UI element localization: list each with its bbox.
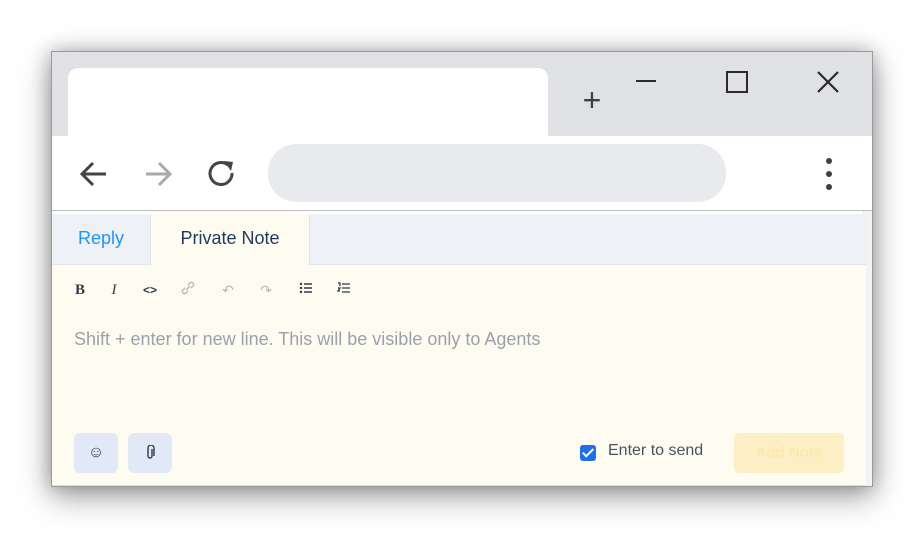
arrow-left-icon[interactable]	[76, 156, 112, 192]
tab-strip: +	[52, 52, 872, 136]
add-note-button[interactable]: Add Note	[734, 433, 844, 473]
attach-button[interactable]	[128, 433, 172, 473]
link-icon[interactable]	[176, 279, 200, 301]
note-editor: B I <> ↶ ↷ Shift + enter for new line. T…	[52, 265, 866, 485]
arrow-right-icon[interactable]	[140, 156, 176, 192]
undo-icon[interactable]: ↶	[216, 279, 240, 301]
emoji-button[interactable]: ☺	[74, 433, 118, 473]
emoji-icon: ☺	[87, 444, 105, 461]
address-bar[interactable]	[268, 144, 726, 202]
bold-icon[interactable]: B	[68, 279, 92, 301]
kebab-menu-icon[interactable]	[816, 154, 840, 194]
enter-to-send-label[interactable]: Enter to send	[608, 442, 703, 460]
code-icon[interactable]: <>	[138, 279, 162, 301]
numbered-list-icon[interactable]	[332, 279, 356, 301]
note-input[interactable]: Shift + enter for new line. This will be…	[74, 329, 834, 350]
browser-toolbar	[52, 136, 872, 211]
page-content: Reply Private Note B I <> ↶ ↷ Shift + en…	[52, 211, 872, 486]
content-bottom-strip	[52, 485, 866, 486]
maximize-icon[interactable]	[716, 70, 756, 98]
browser-window: + Reply Private Note B I <> ↶ ↷ Shift + …	[51, 51, 873, 487]
reload-icon[interactable]	[204, 156, 240, 192]
italic-icon[interactable]: I	[102, 279, 126, 301]
minimize-icon[interactable]	[626, 70, 666, 98]
bullet-list-icon[interactable]	[294, 279, 318, 301]
close-icon[interactable]	[808, 70, 848, 98]
redo-icon[interactable]: ↷	[254, 279, 278, 301]
new-tab-button[interactable]: +	[578, 84, 606, 116]
active-browser-tab[interactable]	[68, 68, 548, 136]
tab-reply[interactable]: Reply	[52, 214, 150, 264]
reply-mode-tabs: Reply Private Note	[52, 214, 866, 265]
tab-private-note[interactable]: Private Note	[150, 214, 310, 265]
enter-to-send-checkbox[interactable]	[580, 445, 596, 461]
paperclip-icon	[147, 444, 155, 459]
